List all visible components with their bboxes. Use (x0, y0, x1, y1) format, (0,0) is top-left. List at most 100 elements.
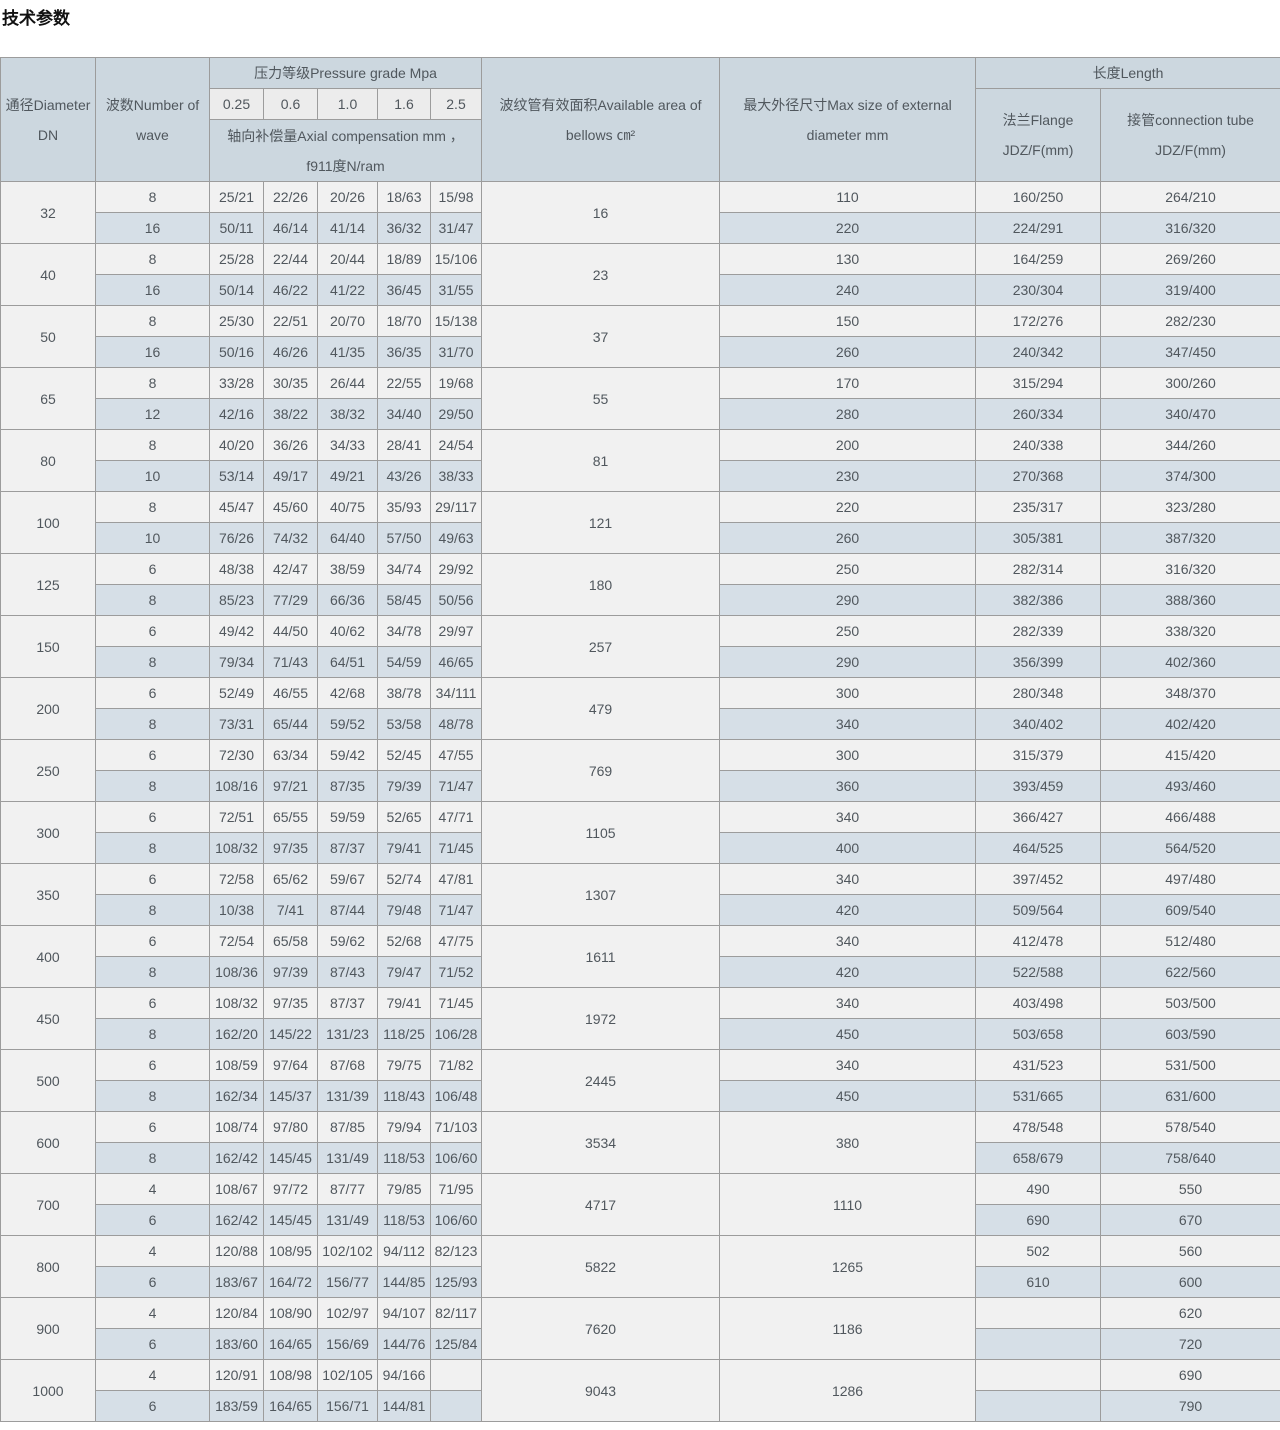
max-diameter-cell: 290 (720, 647, 976, 678)
pressure-cell: 58/45 (378, 585, 431, 616)
bellows-area-cell: 37 (482, 306, 720, 368)
pressure-cell: 97/64 (264, 1050, 318, 1081)
pressure-cell: 15/106 (431, 244, 482, 275)
pressure-cell: 43/26 (378, 461, 431, 492)
wave-cell: 16 (96, 275, 210, 306)
tube-cell: 531/500 (1101, 1050, 1280, 1081)
pressure-cell: 120/91 (210, 1360, 264, 1391)
pressure-cell: 118/53 (378, 1205, 431, 1236)
pressure-cell: 97/39 (264, 957, 318, 988)
tube-cell: 348/370 (1101, 678, 1280, 709)
max-diameter-cell: 200 (720, 430, 976, 461)
pressure-cell: 120/88 (210, 1236, 264, 1267)
dn-cell: 600 (1, 1112, 96, 1174)
pressure-cell: 97/35 (264, 988, 318, 1019)
tube-cell: 347/450 (1101, 337, 1280, 368)
table-row-dn-65-1: 65833/2830/3526/4422/5519/6855170315/294… (1, 368, 1280, 399)
pressure-cell: 144/81 (378, 1391, 431, 1422)
pressure-cell: 40/20 (210, 430, 264, 461)
pressure-cell: 71/52 (431, 957, 482, 988)
pressure-cell: 108/74 (210, 1112, 264, 1143)
tube-cell: 316/320 (1101, 213, 1280, 244)
pressure-cell: 125/93 (431, 1267, 482, 1298)
pressure-cell: 144/76 (378, 1329, 431, 1360)
table-row-dn-500-1: 5006108/5997/6487/6879/7571/822445340431… (1, 1050, 1280, 1081)
pressure-cell: 73/31 (210, 709, 264, 740)
header-flange: 法兰Flange JDZ/F(mm) (976, 89, 1101, 182)
tube-cell: 264/210 (1101, 182, 1280, 213)
wave-cell: 8 (96, 1143, 210, 1174)
bellows-area-cell: 180 (482, 554, 720, 616)
flange-cell: 340/402 (976, 709, 1101, 740)
pressure-cell: 34/40 (378, 399, 431, 430)
max-diameter-cell: 290 (720, 585, 976, 616)
wave-cell: 6 (96, 1050, 210, 1081)
pressure-cell: 36/45 (378, 275, 431, 306)
bellows-area-cell: 1307 (482, 864, 720, 926)
pressure-cell: 47/55 (431, 740, 482, 771)
table-row-dn-125-1: 125648/3842/4738/5934/7429/92180250282/3… (1, 554, 1280, 585)
flange-cell: 522/588 (976, 957, 1101, 988)
flange-cell: 503/658 (976, 1019, 1101, 1050)
tube-cell: 578/540 (1101, 1112, 1280, 1143)
flange-cell: 464/525 (976, 833, 1101, 864)
tube-cell: 493/460 (1101, 771, 1280, 802)
pressure-cell: 46/65 (431, 647, 482, 678)
dn-cell: 65 (1, 368, 96, 430)
bellows-area-cell: 23 (482, 244, 720, 306)
flange-cell: 490 (976, 1174, 1101, 1205)
pressure-cell: 52/49 (210, 678, 264, 709)
pressure-cell: 10/38 (210, 895, 264, 926)
wave-cell: 8 (96, 182, 210, 213)
wave-cell: 6 (96, 1267, 210, 1298)
wave-cell: 8 (96, 492, 210, 523)
flange-cell: 531/665 (976, 1081, 1101, 1112)
wave-cell: 6 (96, 678, 210, 709)
header-pressure-1.6: 1.6 (378, 89, 431, 120)
flange-cell: 160/250 (976, 182, 1101, 213)
pressure-cell: 118/25 (378, 1019, 431, 1050)
pressure-cell: 20/26 (318, 182, 378, 213)
pressure-cell: 108/59 (210, 1050, 264, 1081)
tube-cell: 269/260 (1101, 244, 1280, 275)
wave-cell: 6 (96, 926, 210, 957)
dn-cell: 350 (1, 864, 96, 926)
max-diameter-cell: 360 (720, 771, 976, 802)
tube-cell: 603/590 (1101, 1019, 1280, 1050)
dn-cell: 900 (1, 1298, 96, 1360)
max-diameter-cell: 220 (720, 213, 976, 244)
pressure-cell: 94/112 (378, 1236, 431, 1267)
flange-cell: 509/564 (976, 895, 1101, 926)
pressure-cell: 108/36 (210, 957, 264, 988)
pressure-cell: 31/47 (431, 213, 482, 244)
pressure-cell: 183/60 (210, 1329, 264, 1360)
pressure-cell: 85/23 (210, 585, 264, 616)
header-dn: 通径Diameter DN (1, 58, 96, 182)
dn-cell: 700 (1, 1174, 96, 1236)
tube-cell: 344/260 (1101, 430, 1280, 461)
pressure-cell: 18/70 (378, 306, 431, 337)
pressure-cell: 94/107 (378, 1298, 431, 1329)
tube-cell: 388/360 (1101, 585, 1280, 616)
pressure-cell: 18/89 (378, 244, 431, 275)
pressure-cell: 79/34 (210, 647, 264, 678)
pressure-cell: 52/74 (378, 864, 431, 895)
flange-cell: 356/399 (976, 647, 1101, 678)
pressure-cell: 106/28 (431, 1019, 482, 1050)
tube-cell: 620 (1101, 1298, 1280, 1329)
pressure-cell: 87/37 (318, 833, 378, 864)
pressure-cell: 65/58 (264, 926, 318, 957)
bellows-area-cell: 9043 (482, 1360, 720, 1422)
table-row-dn-200-1: 200652/4946/5542/6838/7834/111479300280/… (1, 678, 1280, 709)
pressure-cell: 48/78 (431, 709, 482, 740)
pressure-cell: 79/94 (378, 1112, 431, 1143)
flange-cell: 282/339 (976, 616, 1101, 647)
wave-cell: 6 (96, 1329, 210, 1360)
pressure-cell: 183/59 (210, 1391, 264, 1422)
max-diameter-cell: 400 (720, 833, 976, 864)
flange-cell: 403/498 (976, 988, 1101, 1019)
pressure-cell: 131/23 (318, 1019, 378, 1050)
pressure-cell: 65/44 (264, 709, 318, 740)
header-connection-tube: 接管connection tube JDZ/F(mm) (1101, 89, 1280, 182)
pressure-cell: 49/21 (318, 461, 378, 492)
